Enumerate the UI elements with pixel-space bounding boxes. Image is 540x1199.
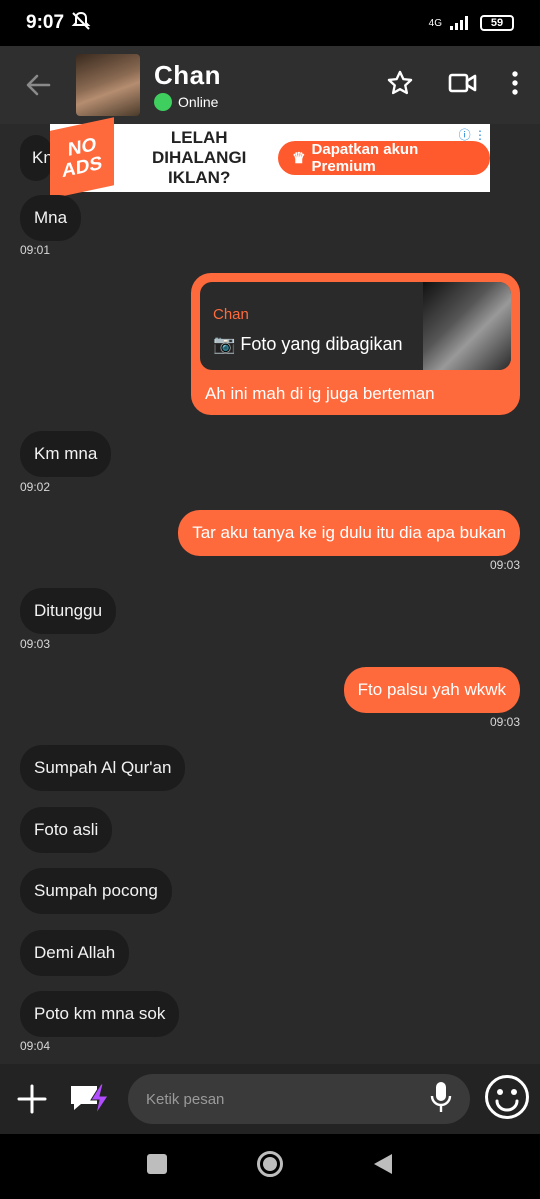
message-incoming[interactable]: Ditunggu — [20, 588, 117, 634]
message-incoming[interactable]: Sumpah Al Qur'an — [20, 745, 186, 791]
message-time: 09:03 — [489, 558, 520, 572]
contact-info[interactable]: Chan Online — [154, 60, 221, 111]
favorite-button[interactable] — [386, 69, 414, 102]
home-button[interactable] — [256, 1150, 284, 1183]
photo-thumbnail — [423, 282, 511, 370]
quick-reply-button[interactable] — [64, 1082, 120, 1116]
message-outgoing[interactable]: Fto palsu yah wkwk — [343, 667, 520, 713]
attach-button[interactable] — [0, 1084, 64, 1114]
online-indicator — [154, 92, 172, 111]
message-input-container[interactable] — [128, 1074, 470, 1124]
back-button[interactable] — [0, 73, 76, 97]
message-incoming[interactable]: Sumpah pocong — [20, 868, 172, 914]
arrow-left-icon — [26, 74, 51, 96]
circle-icon — [257, 1151, 283, 1177]
plus-icon — [17, 1084, 47, 1114]
status-bar: 9:07 4G 59 — [0, 0, 540, 46]
message-time: 09:03 — [20, 637, 51, 651]
chat-bolt-icon — [71, 1083, 109, 1115]
message-time: 09:03 — [489, 715, 520, 729]
video-call-button[interactable] — [448, 72, 478, 99]
message-time: 09:02 — [20, 480, 51, 494]
more-options-button[interactable] — [512, 70, 518, 100]
reply-message-outgoing[interactable]: Chan 📷 Foto yang dibagikan Ah ini mah di… — [191, 273, 520, 415]
signal-icon — [450, 14, 472, 33]
crown-icon: ♛ — [292, 150, 306, 167]
emoji-button[interactable] — [484, 1074, 530, 1125]
no-ads-badge: NO ADS — [50, 117, 115, 199]
message-time: 09:01 — [20, 243, 51, 257]
network-label: 4G — [428, 17, 442, 29]
message-incoming[interactable]: Kn — [20, 135, 53, 181]
reply-text: Ah ini mah di ig juga berteman — [205, 384, 435, 403]
battery-icon: 59 — [480, 15, 514, 31]
quoted-text: 📷 Foto yang dibagikan — [213, 334, 403, 354]
message-incoming[interactable]: Km mna — [20, 431, 112, 477]
ad-headline: LELAH DIHALANGI IKLAN? — [151, 128, 247, 187]
ad-banner[interactable]: NO ADS LELAH DIHALANGI IKLAN? ♛ Dapatkan… — [50, 117, 490, 199]
back-nav-button[interactable] — [372, 1152, 394, 1181]
message-incoming[interactable]: Mna — [20, 195, 82, 241]
star-icon — [387, 70, 413, 94]
recents-button[interactable] — [146, 1153, 168, 1180]
video-camera-icon — [448, 73, 477, 92]
avatar[interactable] — [76, 54, 140, 116]
voice-button[interactable] — [430, 1081, 452, 1118]
microphone-icon — [430, 1081, 452, 1112]
more-vertical-icon — [512, 70, 518, 95]
online-status: Online — [178, 93, 219, 110]
ad-info-icon[interactable]: ⓘ ⋮ — [459, 126, 486, 143]
status-time: 9:07 — [26, 12, 65, 33]
square-icon — [147, 1154, 167, 1174]
message-time: 09:04 — [20, 1039, 51, 1053]
system-nav-bar — [0, 1134, 540, 1199]
message-incoming[interactable]: Poto km mna sok — [20, 991, 180, 1037]
chat-header: Chan Online — [0, 46, 540, 124]
composer-bar — [0, 1064, 540, 1134]
smiley-icon — [485, 1074, 529, 1119]
contact-name: Chan — [154, 59, 221, 90]
triangle-back-icon — [374, 1154, 392, 1174]
message-input[interactable] — [146, 1090, 430, 1108]
premium-button[interactable]: ♛ Dapatkan akun Premium — [278, 141, 490, 175]
mute-icon — [70, 11, 92, 36]
quoted-photo[interactable]: Chan 📷 Foto yang dibagikan — [200, 282, 511, 370]
quoted-sender: Chan — [213, 306, 249, 323]
message-incoming[interactable]: Demi Allah — [20, 930, 130, 976]
message-outgoing[interactable]: Tar aku tanya ke ig dulu itu dia apa buk… — [178, 510, 520, 556]
message-incoming[interactable]: Foto asli — [20, 807, 113, 853]
